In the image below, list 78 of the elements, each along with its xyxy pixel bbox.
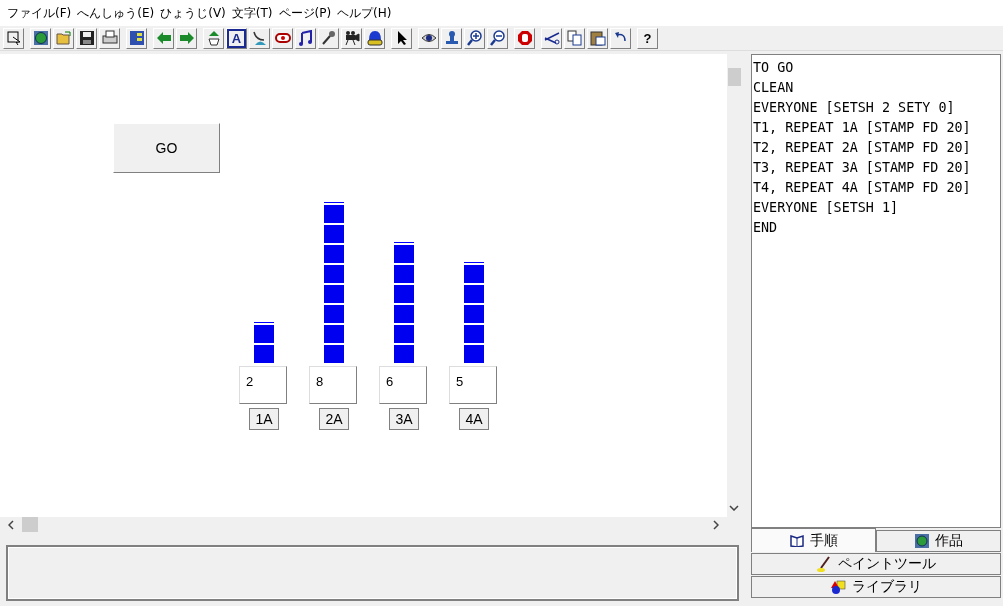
toolbar-button[interactable] bbox=[3, 27, 24, 49]
music-note-icon bbox=[297, 30, 314, 46]
scroll-left-icon[interactable] bbox=[8, 519, 14, 530]
toolbar-button[interactable] bbox=[126, 27, 147, 49]
menu-item[interactable]: ファイル(F) bbox=[6, 4, 77, 22]
panel-button[interactable]: ペイントツール bbox=[751, 553, 1001, 575]
scroll-thumb[interactable] bbox=[728, 68, 741, 86]
toolbar-button[interactable] bbox=[391, 27, 412, 49]
toolbar-button[interactable] bbox=[272, 27, 293, 49]
scroll-thumb[interactable] bbox=[22, 517, 38, 532]
code-line: END bbox=[753, 219, 779, 237]
stop-hand-icon bbox=[516, 30, 533, 46]
columns-icon bbox=[128, 30, 145, 46]
toolbar-button[interactable] bbox=[418, 27, 439, 49]
menu-item[interactable]: 文字(T) bbox=[230, 4, 278, 22]
code-line: CLEAN bbox=[753, 79, 795, 97]
block-stack bbox=[254, 322, 274, 363]
right-arrow-icon bbox=[178, 30, 195, 46]
microphone-icon bbox=[320, 30, 337, 46]
printer-icon bbox=[101, 30, 118, 46]
panel-button[interactable]: ライブラリ bbox=[751, 576, 1001, 598]
toolbar-button[interactable] bbox=[318, 27, 339, 49]
code-line: T3, REPEAT 3A [STAMP FD 20] bbox=[753, 159, 972, 177]
slider-label[interactable]: 3A bbox=[389, 408, 419, 430]
folder-icon bbox=[55, 30, 72, 46]
slider-label[interactable]: 4A bbox=[459, 408, 489, 430]
tab[interactable]: 作品 bbox=[876, 530, 1001, 552]
value-box: 2 bbox=[239, 366, 287, 404]
toolbar-button[interactable] bbox=[295, 27, 316, 49]
toolbar-button[interactable] bbox=[249, 27, 270, 49]
left-arrow-icon bbox=[155, 30, 172, 46]
toolbar-button[interactable] bbox=[76, 27, 97, 49]
globe-icon bbox=[32, 30, 49, 46]
menu-item[interactable]: ヘルプ(H) bbox=[336, 4, 397, 22]
toolbar-button[interactable] bbox=[610, 27, 631, 49]
toolbar-button[interactable] bbox=[464, 27, 485, 49]
slider-label[interactable]: 1A bbox=[249, 408, 279, 430]
satellite-dish-icon bbox=[251, 30, 268, 46]
capsule-icon bbox=[274, 30, 291, 46]
toolbar-button[interactable] bbox=[341, 27, 362, 49]
dome-icon bbox=[366, 30, 383, 46]
toolbar-button[interactable] bbox=[30, 27, 51, 49]
toolbar-button[interactable] bbox=[541, 27, 562, 49]
toolbar-button[interactable] bbox=[487, 27, 508, 49]
toolbar-button[interactable] bbox=[364, 27, 385, 49]
value-box: 6 bbox=[379, 366, 427, 404]
code-line: EVERYONE [SETSH 1] bbox=[753, 199, 900, 217]
movie-camera-icon bbox=[343, 30, 360, 46]
menu-item[interactable]: へんしゅう(E) bbox=[76, 4, 160, 22]
help-button[interactable]: ? bbox=[637, 27, 658, 49]
scroll-down-icon[interactable] bbox=[729, 505, 739, 511]
globe-icon bbox=[914, 534, 929, 548]
book-icon bbox=[789, 534, 804, 547]
scroll-right-icon[interactable] bbox=[713, 519, 719, 530]
value-box: 5 bbox=[449, 366, 497, 404]
toolbar-button[interactable] bbox=[441, 27, 462, 49]
toolbar-button[interactable] bbox=[587, 27, 608, 49]
copy-icon bbox=[566, 30, 583, 46]
menu-item[interactable]: ひょうじ(V) bbox=[159, 4, 231, 22]
code-line: TO GO bbox=[753, 59, 795, 77]
go-button[interactable]: GO bbox=[113, 123, 220, 173]
procedures-editor[interactable]: TO GO CLEAN EVERYONE [SETSH 2 SETY 0] T1, REPEAT 1A [STAMP FD 20] T2, REPEAT 2A [STAMP FD 20] T3, REPEAT 3A [STAMP FD 20] T4, REPEAT 4A [STAMP FD 20] EVERYONE [SETSH 1] END bbox=[751, 54, 1001, 528]
value-box: 8 bbox=[309, 366, 357, 404]
paste-icon bbox=[589, 30, 606, 46]
text-tool-button[interactable]: A bbox=[226, 27, 247, 49]
code-line: T1, REPEAT 1A [STAMP FD 20] bbox=[753, 119, 972, 137]
paintbrush-icon bbox=[816, 556, 832, 572]
shapes-icon bbox=[830, 579, 846, 595]
code-line: EVERYONE [SETSH 2 SETY 0] bbox=[753, 99, 956, 117]
slider-label[interactable]: 2A bbox=[319, 408, 349, 430]
stamp-icon bbox=[443, 30, 460, 46]
code-line: T4, REPEAT 4A [STAMP FD 20] bbox=[753, 179, 972, 197]
zoom-in-icon bbox=[466, 30, 483, 46]
menu-item[interactable]: ページ(P) bbox=[277, 4, 337, 22]
select-box-icon bbox=[5, 30, 22, 46]
tab[interactable]: 手順 bbox=[751, 528, 876, 552]
code-line: T2, REPEAT 2A [STAMP FD 20] bbox=[753, 139, 972, 157]
zoom-out-icon bbox=[489, 30, 506, 46]
